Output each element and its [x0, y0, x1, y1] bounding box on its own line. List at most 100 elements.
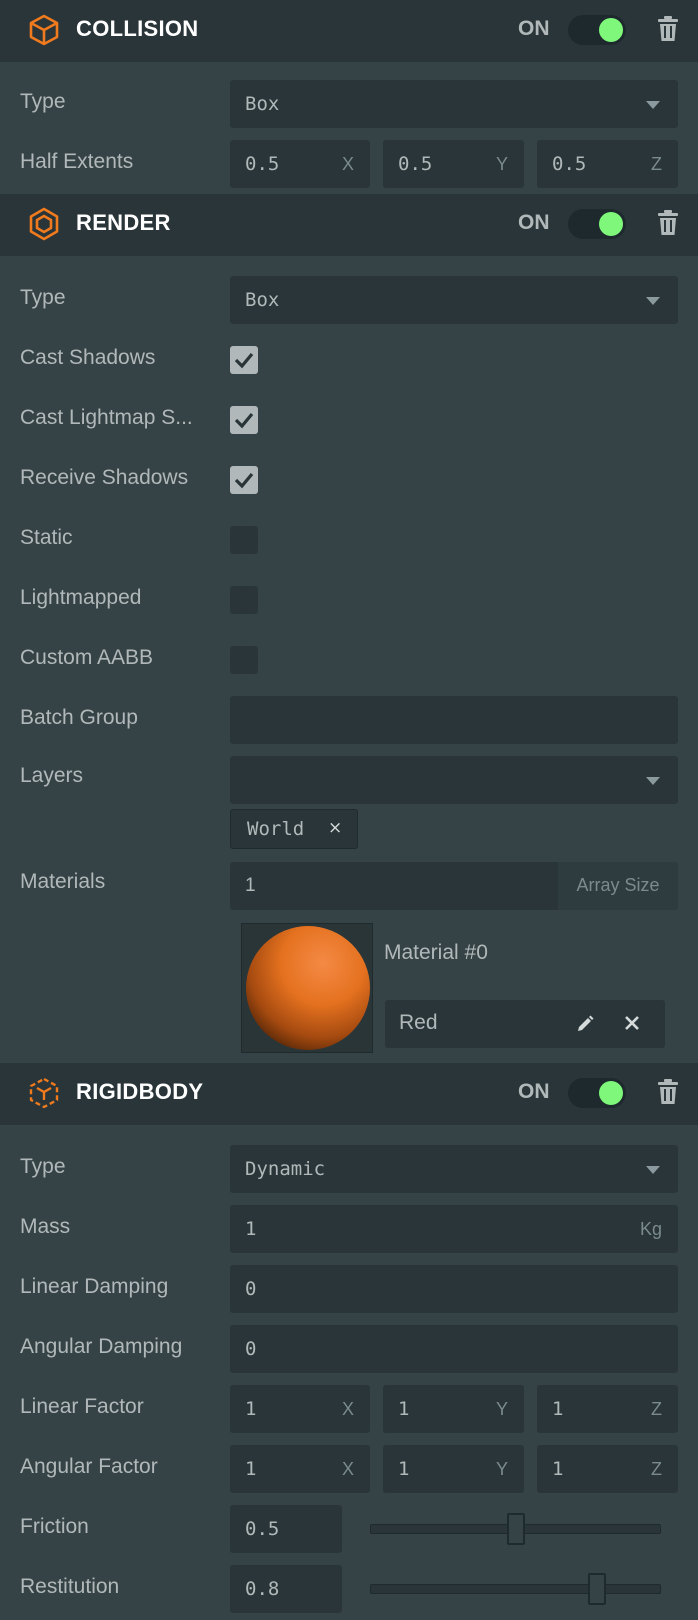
linear-factor-z-value: 1	[552, 1398, 564, 1420]
mass-unit: Kg	[639, 1219, 662, 1239]
half-extents-label: Half Extents	[20, 150, 134, 173]
angular-factor-z-input[interactable]: 1 Z	[537, 1445, 678, 1493]
render-type-value: Box	[245, 289, 280, 311]
material-slot-field[interactable]: Red	[385, 1000, 665, 1048]
collision-enable-toggle[interactable]	[568, 15, 626, 45]
static-checkbox[interactable]	[230, 526, 258, 554]
rigidbody-type-select[interactable]: Dynamic	[230, 1145, 678, 1193]
axis-z-label: Z	[651, 1459, 662, 1479]
layer-tag-world: World ×	[230, 809, 358, 849]
custom-aabb-checkbox[interactable]	[230, 646, 258, 674]
angular-factor-x-value: 1	[245, 1458, 257, 1480]
rigidbody-title: RIGIDBODY	[76, 1079, 204, 1104]
rigidbody-type-value: Dynamic	[245, 1158, 326, 1180]
trash-icon[interactable]	[656, 209, 680, 237]
half-extents-x-value: 0.5	[245, 153, 280, 175]
linear-factor-label: Linear Factor	[20, 1395, 144, 1418]
chevron-down-icon	[646, 1166, 660, 1174]
cast-lightmap-shadows-checkbox[interactable]	[230, 406, 258, 434]
trash-icon[interactable]	[656, 1078, 680, 1106]
cast-shadows-label: Cast Shadows	[20, 346, 156, 369]
collision-type-select[interactable]: Box	[230, 80, 678, 128]
layers-select[interactable]	[230, 756, 678, 804]
batch-group-input[interactable]	[230, 696, 678, 744]
toggle-knob	[599, 212, 623, 236]
friction-input[interactable]: 0.5	[230, 1505, 342, 1553]
checkmark-icon	[234, 472, 254, 489]
chevron-down-icon	[646, 101, 660, 109]
linear-factor-y-input[interactable]: 1 Y	[383, 1385, 524, 1433]
custom-aabb-label: Custom AABB	[20, 646, 154, 669]
linear-factor-x-input[interactable]: 1 X	[230, 1385, 370, 1433]
lightmapped-label: Lightmapped	[20, 586, 142, 609]
friction-label: Friction	[20, 1515, 89, 1538]
restitution-input[interactable]: 0.8	[230, 1565, 342, 1613]
restitution-slider[interactable]	[370, 1573, 661, 1605]
rigidbody-enable-toggle[interactable]	[568, 1078, 626, 1108]
lightmapped-checkbox[interactable]	[230, 586, 258, 614]
array-size-label: Array Size	[558, 862, 678, 910]
angular-damping-input[interactable]: 0	[230, 1325, 678, 1373]
cast-lightmap-shadows-label: Cast Lightmap S...	[20, 406, 193, 429]
render-enable-toggle[interactable]	[568, 209, 626, 239]
axis-z-label: Z	[651, 1399, 662, 1419]
restitution-slider-handle[interactable]	[588, 1573, 606, 1605]
angular-factor-y-input[interactable]: 1 Y	[383, 1445, 524, 1493]
linear-factor-z-input[interactable]: 1 Z	[537, 1385, 678, 1433]
half-extents-x-input[interactable]: 0.5 X	[230, 140, 370, 188]
linear-damping-input[interactable]: 0	[230, 1265, 678, 1313]
render-on-label: ON	[518, 211, 550, 234]
hexagon-icon	[29, 207, 59, 241]
render-type-label: Type	[20, 286, 66, 309]
restitution-label: Restitution	[20, 1575, 120, 1598]
layers-label: Layers	[20, 764, 84, 787]
close-icon[interactable]: ×	[328, 818, 342, 838]
linear-damping-value: 0	[245, 1278, 257, 1300]
toggle-knob	[599, 18, 623, 42]
mass-input[interactable]: 1 Kg	[230, 1205, 678, 1253]
axis-z-label: Z	[651, 154, 662, 174]
mass-label: Mass	[20, 1215, 71, 1238]
materials-count-input[interactable]: 1 Array Size	[230, 862, 678, 910]
collision-header: COLLISION ON	[0, 0, 698, 62]
angular-factor-y-value: 1	[398, 1458, 410, 1480]
render-type-select[interactable]: Box	[230, 276, 678, 324]
materials-label: Materials	[20, 870, 106, 893]
friction-slider-handle[interactable]	[507, 1513, 525, 1545]
cube-outline-icon	[29, 14, 59, 46]
linear-factor-y-value: 1	[398, 1398, 410, 1420]
receive-shadows-label: Receive Shadows	[20, 466, 189, 489]
axis-x-label: X	[341, 154, 354, 174]
receive-shadows-checkbox[interactable]	[230, 466, 258, 494]
half-extents-z-value: 0.5	[552, 153, 587, 175]
material-slot-name: Material #0	[384, 941, 488, 964]
rigidbody-on-label: ON	[518, 1080, 550, 1103]
axis-y-label: Y	[495, 1459, 508, 1479]
rigidbody-header: RIGIDBODY ON	[0, 1063, 698, 1125]
friction-value: 0.5	[245, 1518, 280, 1540]
angular-factor-z-value: 1	[552, 1458, 564, 1480]
material-thumbnail[interactable]	[241, 923, 373, 1053]
axis-y-label: Y	[495, 1399, 508, 1419]
rigidbody-type-label: Type	[20, 1155, 66, 1178]
half-extents-z-input[interactable]: 0.5 Z	[537, 140, 678, 188]
axis-x-label: X	[341, 1399, 354, 1419]
cube-nodes-icon	[29, 1077, 59, 1109]
half-extents-y-value: 0.5	[398, 153, 433, 175]
toggle-knob	[599, 1081, 623, 1105]
pencil-icon[interactable]	[575, 1014, 595, 1034]
cast-shadows-checkbox[interactable]	[230, 346, 258, 374]
render-title: RENDER	[76, 210, 171, 235]
half-extents-y-input[interactable]: 0.5 Y	[383, 140, 524, 188]
close-icon[interactable]	[623, 1014, 641, 1032]
render-header: RENDER ON	[0, 194, 698, 256]
trash-icon[interactable]	[656, 15, 680, 43]
angular-factor-x-input[interactable]: 1 X	[230, 1445, 370, 1493]
mass-value: 1	[245, 1218, 257, 1240]
axis-y-label: Y	[495, 154, 508, 174]
layer-tag-name: World	[247, 818, 305, 840]
friction-slider[interactable]	[370, 1513, 661, 1545]
linear-damping-label: Linear Damping	[20, 1275, 169, 1298]
checkmark-icon	[234, 352, 254, 369]
collision-type-label: Type	[20, 90, 66, 113]
